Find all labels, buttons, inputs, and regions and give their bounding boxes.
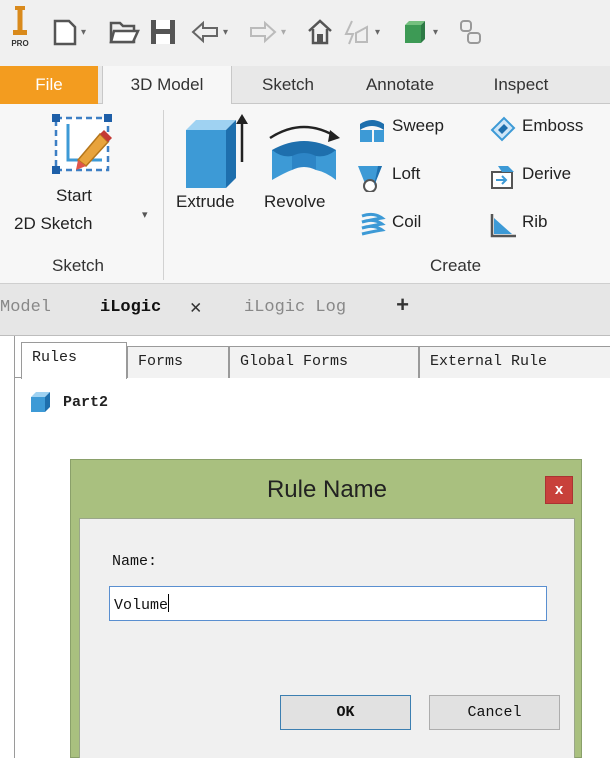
tab-forms[interactable]: Forms — [127, 346, 229, 378]
tab-ilogic[interactable]: iLogic — [100, 298, 161, 317]
revolve-button[interactable]: Revolve — [262, 104, 346, 244]
extrude-button[interactable]: Extrude — [170, 104, 260, 244]
add-tab-icon[interactable]: + — [396, 294, 409, 319]
ilogic-tab-strip: Rules Forms Global Forms External Rule — [15, 342, 610, 379]
loft-icon — [358, 166, 382, 192]
open-file-button[interactable] — [108, 14, 140, 50]
text-caret — [168, 594, 170, 612]
tab-ilogic-log[interactable]: iLogic Log — [244, 298, 346, 317]
cancel-button[interactable]: Cancel — [429, 695, 560, 730]
inventor-logo[interactable]: PRO — [8, 6, 32, 48]
rib-label: Rib — [522, 212, 548, 231]
derive-button[interactable]: Derive — [484, 160, 610, 194]
loft-label: Loft — [392, 164, 421, 183]
material-dropdown-icon[interactable]: ▾ — [433, 27, 438, 38]
derive-icon — [491, 166, 514, 189]
tab-inspect[interactable]: Inspect — [466, 66, 576, 104]
save-icon — [151, 20, 175, 44]
tab-sketch[interactable]: Sketch — [240, 66, 336, 104]
emboss-label: Emboss — [522, 116, 584, 135]
coil-icon — [361, 212, 386, 236]
open-folder-icon — [109, 21, 140, 44]
rib-button[interactable]: Rib — [484, 208, 610, 242]
loft-button[interactable]: Loft — [356, 160, 480, 194]
save-button[interactable] — [148, 14, 178, 50]
extrude-icon — [186, 114, 248, 188]
appearance-icon — [460, 20, 481, 44]
rule-name-dialog: Rule Name x Name: Volume OK Cancel — [70, 459, 582, 758]
start-sketch-icon — [52, 114, 112, 174]
tab-file[interactable]: File — [0, 66, 98, 104]
panel-title-create: Create — [430, 256, 482, 275]
browser-tab-bar: Model iLogic ✕ iLogic Log + — [0, 284, 610, 336]
dialog-body: Name: Volume OK Cancel — [79, 518, 575, 758]
material-icon — [405, 21, 425, 43]
inventor-logo-icon: PRO — [11, 6, 29, 48]
coil-button[interactable]: Coil — [356, 208, 480, 242]
panel-divider — [163, 110, 164, 280]
close-icon[interactable]: ✕ — [190, 296, 201, 319]
emboss-button[interactable]: Emboss — [484, 112, 610, 146]
ribbon-tab-bar: File 3D Model Sketch Annotate Inspect — [0, 66, 610, 105]
ok-button[interactable]: OK — [280, 695, 411, 730]
name-label: Name: — [112, 553, 158, 570]
revolve-label: Revolve — [264, 192, 326, 211]
start-2d-sketch-button[interactable]: Start 2D Sketch ▾ — [0, 104, 160, 254]
undo-button[interactable]: ▾ — [190, 14, 228, 50]
tree-item-part[interactable]: Part2 — [29, 390, 108, 414]
rib-icon — [490, 214, 516, 238]
tree-item-label: Part2 — [63, 393, 109, 411]
tab-3d-model[interactable]: 3D Model — [102, 66, 232, 105]
undo-arrow-icon — [191, 20, 218, 44]
update-button[interactable]: ▾ — [342, 14, 380, 50]
extrude-label: Extrude — [176, 192, 235, 211]
svg-text:PRO: PRO — [11, 39, 28, 48]
quick-access-toolbar: PRO ▾ ▾ ▾ ▾ ▾ — [0, 0, 610, 66]
start-sketch-dropdown-icon[interactable]: ▾ — [142, 208, 148, 221]
new-file-icon — [53, 19, 77, 46]
coil-label: Coil — [392, 212, 422, 231]
tab-model[interactable]: Model — [0, 298, 51, 317]
redo-arrow-icon — [250, 20, 277, 44]
dialog-title: Rule Name — [266, 476, 388, 503]
start-sketch-label-line2: 2D Sketch — [14, 214, 93, 233]
home-icon — [308, 19, 332, 45]
material-button[interactable]: ▾ — [400, 14, 438, 50]
new-file-button[interactable]: ▾ — [52, 14, 86, 50]
appearance-button[interactable] — [458, 14, 484, 50]
part-icon — [31, 392, 50, 412]
revolve-icon — [269, 125, 340, 180]
start-sketch-label-line1: Start — [56, 186, 92, 205]
update-dropdown-icon[interactable]: ▾ — [375, 27, 380, 38]
rule-name-value: Volume — [114, 597, 169, 614]
update-lightning-icon — [344, 20, 368, 45]
tab-annotate[interactable]: Annotate — [342, 66, 458, 104]
tab-rules[interactable]: Rules — [21, 342, 127, 379]
tab-global-forms[interactable]: Global Forms — [229, 346, 419, 378]
undo-dropdown-icon[interactable]: ▾ — [223, 27, 228, 38]
rule-name-input[interactable]: Volume — [109, 586, 547, 621]
tab-external-rules[interactable]: External Rule — [419, 346, 610, 378]
sweep-label: Sweep — [392, 116, 444, 135]
new-file-dropdown-icon[interactable]: ▾ — [81, 27, 86, 38]
redo-dropdown-icon[interactable]: ▾ — [281, 27, 286, 38]
derive-label: Derive — [522, 164, 572, 183]
emboss-icon — [490, 116, 516, 142]
sweep-icon — [360, 120, 384, 142]
sweep-button[interactable]: Sweep — [356, 112, 480, 146]
ribbon-panel: Start 2D Sketch ▾ Sketch Extrude Revolve — [0, 104, 610, 284]
home-button[interactable] — [306, 14, 334, 50]
panel-title-sketch: Sketch — [52, 256, 104, 275]
dialog-close-button[interactable]: x — [545, 476, 573, 504]
redo-button[interactable]: ▾ — [248, 14, 286, 50]
